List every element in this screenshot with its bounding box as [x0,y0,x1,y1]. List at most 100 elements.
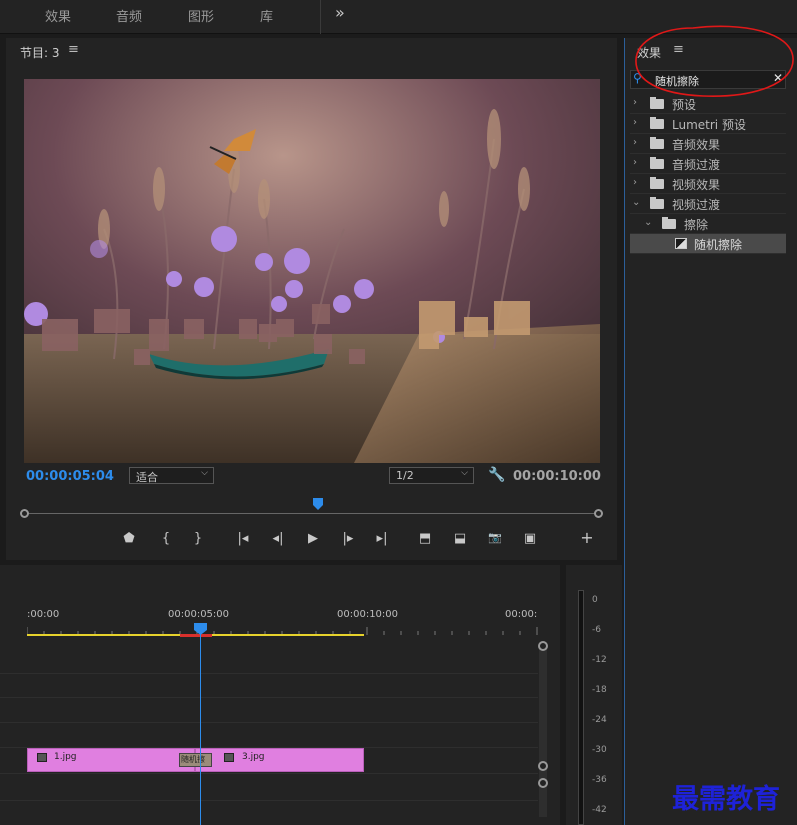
clip-1[interactable]: 1.jpg [27,748,195,772]
folder-icon [650,197,664,209]
wrench-icon[interactable]: 🔧 [488,467,505,483]
tree-item-label: 视频过渡 [672,198,721,212]
quality-dropdown[interactable]: 1/2 ⌵ [389,467,474,484]
folder-icon [662,217,676,229]
track-divider [0,722,538,723]
duration-timecode: 00:00:10:00 [513,469,601,484]
go-to-in-button[interactable]: |◂ [233,531,253,546]
fit-dropdown[interactable]: 适合 ⌵ [129,467,214,484]
tree-item-audio-effects[interactable]: › 音频效果 [630,134,786,154]
current-timecode[interactable]: 00:00:05:04 [26,469,114,484]
export-frame-button[interactable]: 📷 [485,531,505,544]
annotation-circle [635,25,794,97]
scrub-track [25,513,600,514]
monitor-title[interactable]: 节目: 3 [20,44,60,61]
tree-item-label: 视频效果 [672,178,721,192]
folder-icon [650,137,664,149]
tab-effects[interactable]: 效果 [45,6,71,25]
video-frame [24,79,600,463]
scrub-start-handle[interactable] [20,509,29,518]
tree-item-random-wipe[interactable]: 随机擦除 [630,234,786,254]
chevron-down-icon: ⌄ [632,197,641,208]
vertical-scrollbar[interactable] [539,647,547,817]
watermark-logo: 最需教育 [672,784,780,815]
folder-icon [650,177,664,189]
chevron-down-icon: ⌵ [201,468,208,478]
playhead-icon[interactable] [313,498,323,510]
folder-star-icon [650,117,664,129]
monitor-menu-icon[interactable]: ≡ [68,42,79,57]
tree-item-audio-transitions[interactable]: › 音频过渡 [630,154,786,174]
meter-label: -36 [592,775,607,785]
timeline-playhead-icon[interactable] [194,623,207,635]
clip-name: 3.jpg [242,752,265,762]
comparison-view-button[interactable]: ▣ [520,531,540,546]
meter-label: 0 [592,595,598,605]
play-button[interactable]: ▶ [303,531,323,546]
tree-item-label: 擦除 [684,218,709,232]
mark-out-button[interactable]: } [188,531,208,546]
meter-label: -42 [592,805,607,815]
image-icon [224,753,234,762]
tree-item-lumetri-presets[interactable]: › Lumetri 预设 [630,114,786,134]
divider [320,0,321,34]
step-back-button[interactable]: ◂| [268,531,288,546]
ruler-label: 00:00: [505,609,538,620]
tree-item-video-effects[interactable]: › 视频效果 [630,174,786,194]
chevron-right-icon: › [633,137,637,148]
ruler-label: 00:00:10:00 [337,609,399,620]
fit-dropdown-value: 适合 [136,471,158,484]
chevron-down-icon: ⌄ [644,217,653,228]
go-to-out-button[interactable]: ▸| [372,531,392,546]
extract-button[interactable]: ⬓ [450,531,470,546]
effects-panel: 效果 ≡ ⚲ 随机擦除 ✕ › 预设 › Lumetri 预设 › 音频效果 ›… [624,38,797,825]
mark-in-button[interactable]: { [156,531,176,546]
chevron-down-icon: ⌵ [461,468,468,478]
tree-item-label: 音频效果 [672,138,721,152]
audio-meter: 0 -6 -12 -18 -24 -30 -36 -42 [566,565,622,825]
random-wipe-transition[interactable]: 随机擦 [179,753,212,767]
quality-dropdown-value: 1/2 [396,469,414,482]
ruler-label: 00:00:05:00 [168,609,230,620]
chevron-right-icon: › [633,117,637,128]
timeline-panel: :00:00 00:00:05:00 00:00:10:00 00:00: 1.… [0,565,560,825]
clip-name: 1.jpg [54,752,77,762]
scrollbar-handle[interactable] [538,778,548,788]
chevron-right-icon: › [633,177,637,188]
scrub-end-handle[interactable] [594,509,603,518]
playhead-line [200,627,201,825]
track-divider [0,673,538,674]
track-divider [0,773,538,774]
clip-3[interactable]: 3.jpg [195,748,364,772]
meter-label: -12 [592,655,607,665]
lift-button[interactable]: ⬒ [415,531,435,546]
meter-label: -24 [592,715,607,725]
scrollbar-handle-bottom[interactable] [538,761,548,771]
tree-item-video-transitions[interactable]: ⌄ 视频过渡 [630,194,786,214]
image-icon [37,753,47,762]
tree-item-wipe[interactable]: ⌄ 擦除 [630,214,786,234]
tree-item-label: 音频过渡 [672,158,721,172]
step-forward-button[interactable]: |▸ [338,531,358,546]
video-preview[interactable] [24,79,600,463]
tab-audio[interactable]: 音频 [116,6,142,25]
meter-label: -30 [592,745,607,755]
meter-bar [578,590,584,825]
meter-label: -6 [592,625,601,635]
folder-icon [650,157,664,169]
add-marker-button[interactable]: ⬟ [119,531,139,546]
tab-libraries[interactable]: 库 [260,6,273,25]
chevron-right-icon: › [633,157,637,168]
track-divider [0,800,538,801]
transition-effect-icon [675,238,687,249]
monitor-scrubber[interactable] [20,498,603,518]
more-workspaces-icon[interactable]: » [335,3,345,22]
add-button[interactable]: + [577,528,597,547]
tree-item-label: Lumetri 预设 [672,118,746,132]
meter-label: -18 [592,685,607,695]
program-monitor: 节目: 3 ≡ 00:00:05:04 适合 ⌵ 1/2 ⌵ 🔧 00:00:1… [6,38,617,560]
ruler-label: :00:00 [27,609,60,620]
scrollbar-handle-top[interactable] [538,641,548,651]
tab-graphics[interactable]: 图形 [188,6,214,25]
track-divider [0,697,538,698]
